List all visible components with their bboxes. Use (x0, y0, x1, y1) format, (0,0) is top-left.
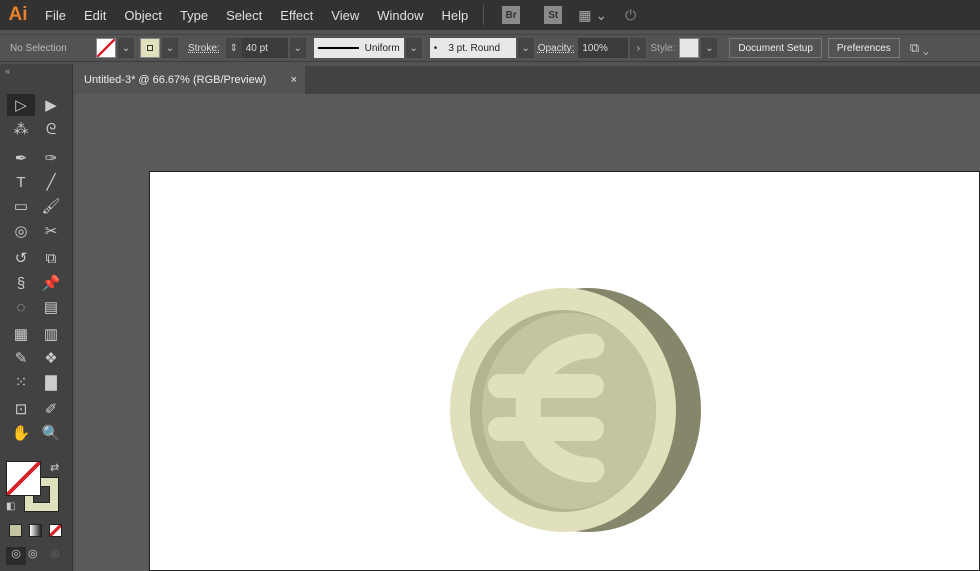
stroke-label[interactable]: Stroke: (188, 43, 220, 54)
menu-type[interactable]: Type (171, 8, 217, 23)
tools-panel: « ▷ ▶ ⁂ ᘓ ✒ ✑ T ╱ ▭ 🖌 ◎ ✂ ↺ ⧉ § 📌 ◌ ▤ ▦ ▥ ✎ ❖ ⁙ ▇ ⊡ ✐ ✋ 🔍 ⇄ ◧ ◎ ◎ ◎ (0, 64, 73, 571)
document-tab[interactable]: Untitled-3* @ 66.67% (RGB/Preview) × (75, 66, 305, 94)
profile-dropdown[interactable]: ⌄ (405, 38, 422, 58)
rectangle-tool-icon[interactable]: ▭ (7, 195, 35, 217)
workspace-layout-icon[interactable]: ▦ ⌄ (578, 7, 607, 24)
type-tool-icon[interactable]: T (7, 171, 35, 193)
stroke-none-swatch[interactable] (6, 461, 41, 496)
sync-icon[interactable]: ⏻ (625, 7, 636, 24)
opacity-arrow[interactable]: › (630, 38, 647, 58)
menu-help[interactable]: Help (432, 8, 477, 23)
swap-colors-icon[interactable]: ⇄ (50, 461, 59, 474)
stroke-dropdown[interactable]: ⌄ (162, 38, 178, 58)
perspective-grid-tool-icon[interactable]: ▤ (37, 296, 65, 318)
selection-status: No Selection (10, 42, 67, 54)
profile-label: Uniform (364, 42, 400, 54)
column-graph-tool-icon[interactable]: ▇ (37, 371, 65, 393)
shaper-tool-icon[interactable]: ◎ (7, 220, 35, 242)
pen-tool-icon[interactable]: ✒ (7, 147, 35, 169)
hand-tool-icon[interactable]: ✋ (7, 422, 35, 444)
menu-object[interactable]: Object (115, 8, 171, 23)
menu-window[interactable]: Window (368, 8, 432, 23)
scissors-tool-icon[interactable]: ✂ (37, 220, 65, 242)
zoom-tool-icon[interactable]: 🔍 (37, 422, 65, 444)
menu-select[interactable]: Select (217, 8, 271, 23)
document-tab-bar: Untitled-3* @ 66.67% (RGB/Preview) × (75, 66, 980, 94)
draw-inside-icon: ◎ (50, 548, 60, 560)
none-mode-icon[interactable] (49, 524, 62, 537)
brush-definition[interactable]: • 3 pt. Round (429, 38, 516, 58)
menu-bar: Ai File Edit Object Type Select Effect V… (0, 0, 980, 30)
variable-width-profile[interactable]: Uniform (313, 38, 404, 58)
document-setup-button[interactable]: Document Setup (729, 38, 822, 58)
brush-label: 3 pt. Round (448, 42, 501, 54)
shape-builder-tool-icon[interactable]: ◌ (7, 296, 35, 318)
fill-swatch-none[interactable] (96, 38, 116, 58)
lasso-tool-icon[interactable]: ᘓ (37, 118, 65, 140)
draw-behind-icon[interactable]: ◎ (28, 547, 38, 560)
menu-file[interactable]: File (36, 8, 75, 23)
stroke-stepper[interactable]: ⇕ (225, 38, 242, 58)
blend-tool-icon[interactable]: ❖ (37, 347, 65, 369)
draw-normal-icon[interactable]: ◎ (6, 547, 26, 565)
style-swatch[interactable] (679, 38, 700, 58)
eyedropper-tool-icon[interactable]: ✎ (7, 347, 35, 369)
style-dropdown[interactable]: ⌄ (701, 38, 718, 58)
color-mode-icon[interactable] (9, 524, 22, 537)
brush-dropdown[interactable]: ⌄ (517, 38, 534, 58)
fill-dropdown[interactable]: ⌄ (118, 38, 134, 58)
mesh-tool-icon[interactable]: ▦ (7, 323, 35, 345)
default-colors-icon[interactable]: ◧ (6, 501, 15, 512)
puppet-warp-tool-icon[interactable]: 📌 (37, 272, 65, 294)
curvature-tool-icon[interactable]: ✑ (37, 147, 65, 169)
arrange-icon[interactable]: ⧉ ⌄ (910, 40, 929, 56)
warp-tool-icon[interactable]: § (7, 272, 35, 294)
app-logo: Ai (8, 4, 28, 25)
rotate-tool-icon[interactable]: ↺ (7, 247, 35, 269)
preferences-button[interactable]: Preferences (827, 38, 900, 58)
gradient-mode-icon[interactable] (29, 524, 42, 537)
symbol-sprayer-tool-icon[interactable]: ⁙ (7, 371, 35, 393)
line-tool-icon[interactable]: ╱ (37, 171, 65, 193)
artboard[interactable] (149, 171, 980, 571)
paintbrush-tool-icon[interactable]: 🖌 (37, 195, 65, 217)
opacity-label[interactable]: Opacity: (538, 43, 575, 54)
menu-edit[interactable]: Edit (75, 8, 115, 23)
artboard-tool-icon[interactable]: ⊡ (7, 398, 35, 420)
bridge-icon[interactable]: Br (502, 6, 521, 24)
menu-effect[interactable]: Effect (271, 8, 322, 23)
menu-view[interactable]: View (322, 8, 368, 23)
direct-selection-tool-icon[interactable]: ▶ (37, 94, 65, 116)
control-bar: No Selection ⌄ ⌄ Stroke: ⇕ 40 pt ⌄ Unifo… (0, 34, 980, 62)
gradient-tool-icon[interactable]: ▥ (37, 323, 65, 345)
document-tab-title: Untitled-3* @ 66.67% (RGB/Preview) (84, 74, 267, 86)
stroke-weight-dropdown[interactable]: ⌄ (289, 38, 306, 58)
stroke-swatch[interactable] (140, 38, 160, 58)
euro-coin-artwork[interactable] (149, 171, 980, 571)
scale-tool-icon[interactable]: ⧉ (37, 247, 65, 269)
stock-icon[interactable]: St (544, 6, 563, 24)
selection-tool-icon[interactable]: ▷ (7, 94, 35, 116)
stroke-weight-input[interactable]: 40 pt (241, 38, 288, 58)
close-tab-icon[interactable]: × (291, 74, 297, 86)
collapse-icon[interactable]: « (5, 66, 10, 76)
opacity-input[interactable]: 100% (578, 38, 629, 58)
style-label: Style: (650, 42, 676, 54)
magic-wand-tool-icon[interactable]: ⁂ (7, 118, 35, 140)
slice-tool-icon[interactable]: ✐ (37, 398, 65, 420)
